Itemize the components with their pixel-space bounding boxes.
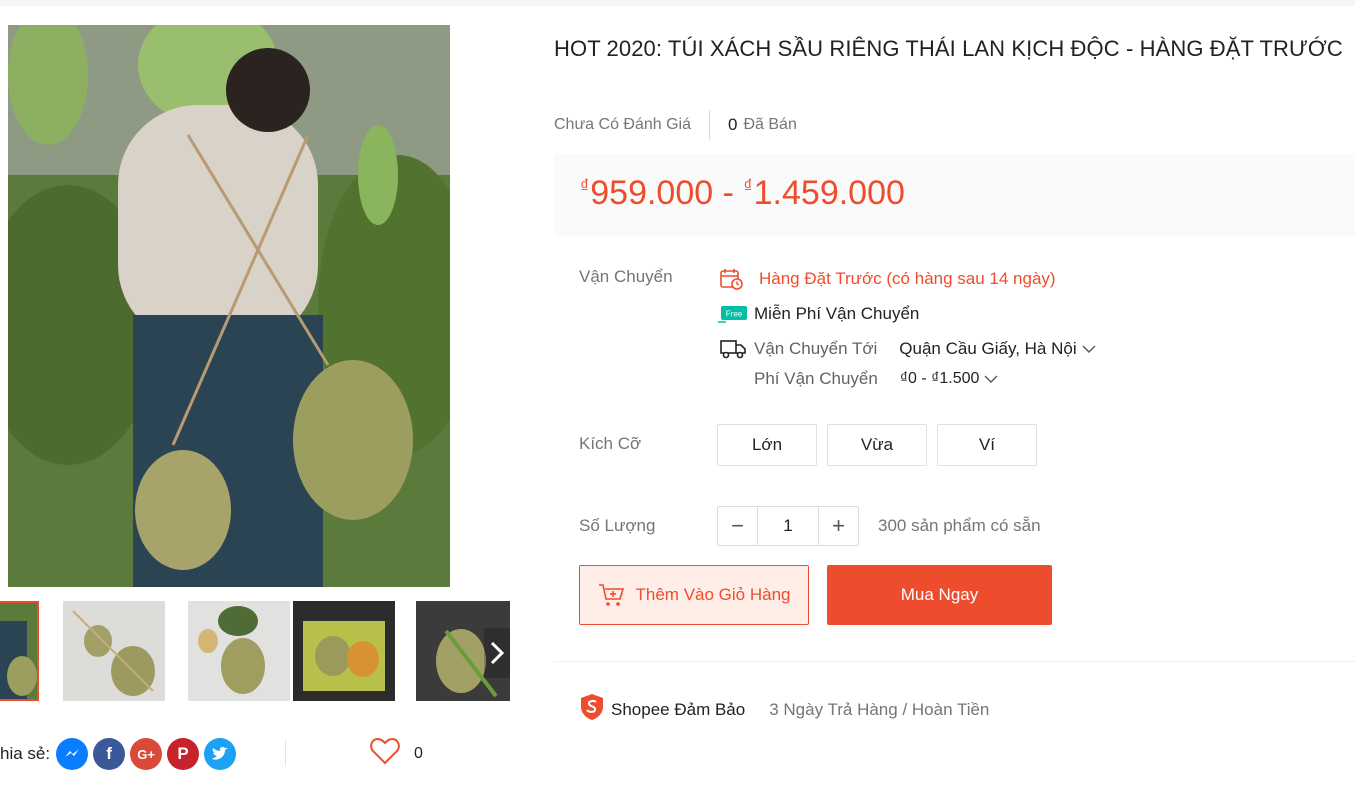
add-to-cart-label: Thêm Vào Giỏ Hàng bbox=[635, 585, 791, 604]
like-count: 0 bbox=[414, 744, 423, 762]
share-bar: hia sẻ: f G+ P bbox=[0, 736, 241, 772]
free-shipping-icon: Free bbox=[718, 301, 750, 327]
shipping-label: Vận Chuyển bbox=[579, 267, 673, 286]
quantity-decrease-button[interactable]: − bbox=[718, 507, 757, 545]
quantity-increase-button[interactable]: + bbox=[819, 507, 858, 545]
quantity-input[interactable]: 1 bbox=[757, 507, 819, 545]
free-shipping-line: Free Miễn Phí Vận Chuyển bbox=[718, 301, 919, 327]
shopee-shield-icon bbox=[579, 693, 605, 726]
free-shipping-text: Miễn Phí Vận Chuyển bbox=[754, 304, 920, 323]
rating-text[interactable]: Chưa Có Đánh Giá bbox=[554, 116, 691, 134]
price-box: ₫959.000 - ₫1.459.000 bbox=[554, 154, 1355, 236]
size-option-vua[interactable]: Vừa bbox=[827, 424, 927, 466]
thumbnail-strip bbox=[0, 601, 510, 701]
thumbnail-3[interactable] bbox=[188, 601, 290, 701]
google-plus-icon[interactable]: G+ bbox=[130, 738, 163, 770]
rating-divider bbox=[709, 110, 710, 140]
calendar-clock-icon bbox=[718, 266, 744, 292]
ship-to-line: Vận Chuyển Tới Quận Cầu Giấy, Hà Nội bbox=[720, 336, 1096, 362]
twitter-icon[interactable] bbox=[204, 738, 237, 770]
price-min: 959.000 bbox=[590, 174, 714, 212]
size-label: Kích Cỡ bbox=[579, 434, 642, 453]
add-to-cart-button[interactable]: Thêm Vào Giỏ Hàng bbox=[579, 565, 809, 625]
pinterest-icon[interactable]: P bbox=[167, 738, 200, 770]
heart-icon[interactable] bbox=[370, 737, 400, 770]
guarantee-title: Shopee Đảm Bảo bbox=[611, 699, 746, 719]
product-main-image[interactable] bbox=[8, 25, 450, 587]
price-max: 1.459.000 bbox=[753, 174, 905, 212]
shipping-fee-label: Phí Vận Chuyển bbox=[754, 369, 878, 388]
price-range: ₫959.000 - ₫1.459.000 bbox=[580, 174, 905, 213]
preorder-text: Hàng Đặt Trước (có hàng sau 14 ngày) bbox=[759, 269, 1056, 288]
ship-to-value[interactable]: Quận Cầu Giấy, Hà Nội bbox=[899, 339, 1076, 359]
size-option-lon[interactable]: Lớn bbox=[717, 424, 817, 466]
buy-now-button[interactable]: Mua Ngay bbox=[827, 565, 1052, 625]
thumbnail-4[interactable] bbox=[293, 601, 395, 701]
stock-text: 300 sản phẩm có sẵn bbox=[878, 516, 1041, 535]
price-separator: - bbox=[722, 174, 734, 212]
shopee-guarantee[interactable]: Shopee Đảm Bảo 3 Ngày Trả Hàng / Hoàn Ti… bbox=[579, 693, 989, 726]
shipping-fee-line: Phí Vận Chuyển ₫0 - ₫1.500 bbox=[754, 369, 998, 389]
share-label: hia sẻ: bbox=[0, 744, 51, 763]
chevron-right-icon bbox=[490, 641, 504, 665]
preorder-line: Hàng Đặt Trước (có hàng sau 14 ngày) bbox=[718, 266, 1056, 292]
currency-symbol: ₫ bbox=[743, 176, 753, 196]
guarantee-desc: 3 Ngày Trả Hàng / Hoàn Tiền bbox=[769, 699, 990, 719]
chevron-down-icon[interactable] bbox=[984, 371, 998, 387]
share-divider bbox=[285, 740, 286, 766]
thumbnail-2[interactable] bbox=[63, 601, 165, 701]
quantity-stepper: − 1 + bbox=[717, 506, 859, 546]
sold-label: Đã Bán bbox=[743, 116, 797, 133]
sold-count: 0 bbox=[728, 115, 738, 134]
truck-icon bbox=[720, 336, 746, 362]
ship-to-label: Vận Chuyển Tới bbox=[754, 339, 878, 358]
facebook-icon[interactable]: f bbox=[93, 738, 126, 770]
cart-add-icon bbox=[598, 583, 624, 607]
shipping-fee-value[interactable]: ₫0 - ₫1.500 bbox=[900, 370, 980, 388]
product-title: HOT 2020: TÚI XÁCH SẦU RIÊNG THÁI LAN KỊ… bbox=[554, 36, 1343, 61]
size-option-vi[interactable]: Ví bbox=[937, 424, 1037, 466]
thumbnail-next-button[interactable] bbox=[484, 628, 510, 678]
thumbnail-1[interactable] bbox=[0, 601, 39, 701]
chevron-down-icon[interactable] bbox=[1082, 341, 1096, 357]
rating-row: Chưa Có Đánh Giá 0 Đã Bán bbox=[554, 110, 797, 140]
quantity-label: Số Lượng bbox=[579, 516, 656, 535]
section-divider bbox=[554, 661, 1355, 662]
messenger-icon[interactable] bbox=[56, 738, 89, 770]
like-button[interactable]: 0 bbox=[370, 737, 423, 770]
free-badge-text: Free bbox=[726, 310, 743, 319]
currency-symbol: ₫ bbox=[580, 176, 590, 196]
